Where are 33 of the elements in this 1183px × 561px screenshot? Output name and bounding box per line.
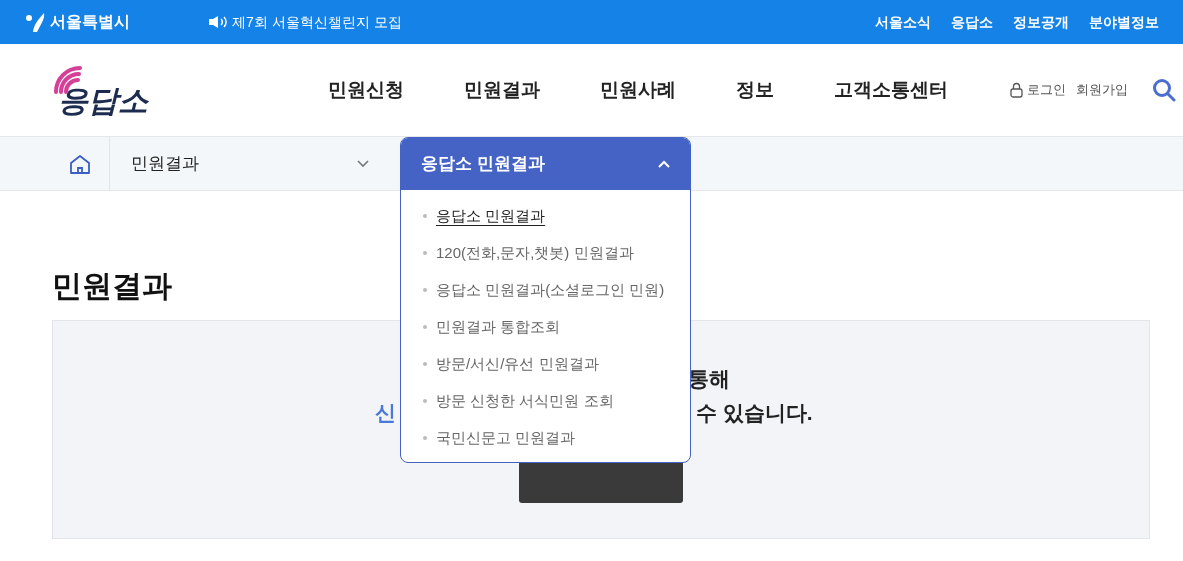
dropdown-item[interactable]: 응답소 민원결과 [436,204,546,228]
nav-menu-item[interactable]: 정보 [736,75,774,105]
dark-button[interactable] [519,461,683,503]
dropdown-item[interactable]: 국민신문고 민원결과 [436,426,576,450]
nav-menu-item[interactable]: 민원신청 [328,75,404,105]
chevron-up-icon[interactable] [658,160,670,168]
nav-menu-item[interactable]: 민원결과 [464,75,540,105]
lock-icon [1010,82,1023,98]
dropdown-item[interactable]: 응답소 민원결과(소셜로그인 민원) [436,278,665,302]
section-dropdown[interactable]: 민원결과 [110,137,390,190]
top-link[interactable]: 정보공개 [1013,11,1069,33]
dropdown-item[interactable]: 민원결과 통합조회 [436,315,561,339]
chevron-down-icon [357,159,369,168]
speaker-icon [208,15,228,29]
nav-menu-item[interactable]: 민원사례 [600,75,676,105]
nav-menu-item[interactable]: 고객소통센터 [834,75,948,105]
site-logo[interactable]: 응답소 [58,86,148,116]
top-link[interactable]: 응답소 [951,11,993,33]
search-icon[interactable] [1152,78,1176,102]
info-text: 수 있습니다. [696,399,813,426]
top-link[interactable]: 서울소식 [875,11,931,33]
page-title: 민원결과 [52,268,172,304]
notice-link[interactable]: 제7회 서울혁신챌린지 모집 [232,11,402,33]
dropdown-item[interactable]: 120(전화,문자,챗봇) 민원결과 [436,241,634,265]
signup-link[interactable]: 회원가입 [1076,80,1128,100]
info-text: 통해 [688,367,730,390]
city-name[interactable]: 서울특별시 [50,10,130,34]
dropdown-item[interactable]: 방문/서신/유선 민원결과 [436,352,599,376]
dropdown-item[interactable]: 방문 신청한 서식민원 조회 [436,389,614,413]
login-link[interactable]: 로그인 [1027,80,1066,100]
top-link[interactable]: 분야별정보 [1089,11,1159,33]
home-icon[interactable] [68,153,91,174]
info-text: 신 [375,399,396,426]
